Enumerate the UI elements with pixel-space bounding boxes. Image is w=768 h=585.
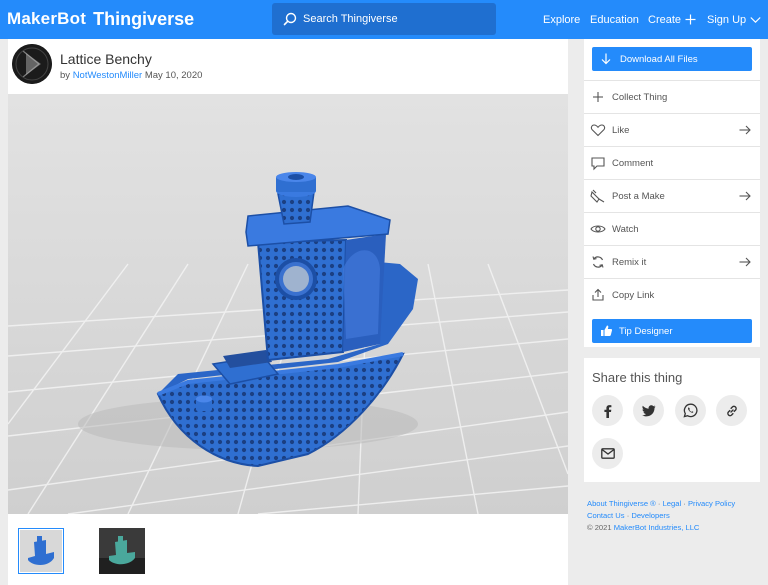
facebook-icon <box>603 404 611 418</box>
thumbnail-1[interactable] <box>18 528 64 574</box>
nav-create-label: Create <box>648 13 682 26</box>
thumbnail-strip <box>8 517 568 585</box>
footer-legal-link[interactable]: Legal <box>663 499 682 508</box>
comment-icon <box>591 157 605 171</box>
nav-create[interactable]: Create <box>648 0 696 39</box>
download-arrow-icon <box>601 53 611 65</box>
thing-byline: by NotWestonMiller May 10, 2020 <box>60 70 202 81</box>
site-logo[interactable]: MakerBot Thingiverse <box>7 7 194 31</box>
share-link-button[interactable] <box>716 395 747 426</box>
share-link-icon <box>592 288 604 301</box>
download-all-files-label: Download All Files <box>620 54 698 65</box>
watch-label: Watch <box>612 224 639 235</box>
footer-about-link[interactable]: About Thingiverse ® <box>587 499 656 508</box>
watch-action[interactable]: Watch <box>584 212 760 245</box>
arrow-right-icon <box>739 191 751 201</box>
main-model-image[interactable] <box>8 94 568 514</box>
thumbs-up-icon <box>601 325 613 336</box>
nav-signup-label: Sign Up <box>707 13 747 26</box>
tip-designer-label: Tip Designer <box>619 326 673 337</box>
arrow-right-icon <box>739 125 751 135</box>
collect-thing-label: Collect Thing <box>612 92 668 103</box>
byline-prefix: by <box>60 70 71 81</box>
collect-thing-action[interactable]: Collect Thing <box>584 80 760 113</box>
action-sidebar: Download All Files Collect Thing Like Co… <box>584 39 760 347</box>
nav-explore[interactable]: Explore <box>543 0 580 39</box>
footer-developers-link[interactable]: Developers <box>631 511 669 520</box>
share-title: Share this thing <box>592 370 683 385</box>
site-footer: About Thingiverse ® · Legal · Privacy Po… <box>587 498 763 534</box>
arrow-right-icon <box>739 257 751 267</box>
share-twitter-button[interactable] <box>633 395 664 426</box>
model-render <box>8 94 568 514</box>
plus-icon <box>593 92 603 102</box>
author-link[interactable]: NotWestonMiller <box>73 70 143 81</box>
comment-action[interactable]: Comment <box>584 146 760 179</box>
nav-signup[interactable]: Sign Up <box>707 0 761 39</box>
post-a-make-label: Post a Make <box>612 191 665 202</box>
share-facebook-button[interactable] <box>592 395 623 426</box>
footer-separator: · <box>683 499 686 508</box>
search-box[interactable] <box>272 3 496 35</box>
remix-icon <box>592 256 604 268</box>
nav-education-label: Education <box>590 13 639 26</box>
thumbnail-1-image <box>20 530 62 572</box>
share-panel: Share this thing <box>584 358 760 482</box>
search-icon <box>283 12 297 26</box>
link-icon <box>726 405 737 416</box>
footer-contact-link[interactable]: Contact Us <box>587 511 625 520</box>
avatar[interactable] <box>12 44 52 84</box>
avatar-image <box>12 44 52 84</box>
heart-icon <box>590 124 606 137</box>
footer-copyright: © 2021 <box>587 523 612 532</box>
post-a-make-action[interactable]: Post a Make <box>584 179 760 212</box>
like-label: Like <box>612 125 630 136</box>
nav-education[interactable]: Education <box>590 0 639 39</box>
publish-date: May 10, 2020 <box>144 70 203 81</box>
chevron-down-icon <box>750 16 761 23</box>
post-make-icon <box>590 189 605 203</box>
eye-icon <box>590 225 606 233</box>
thingiverse-logo-text: Thingiverse <box>93 8 195 29</box>
email-icon <box>600 448 615 459</box>
nav-explore-label: Explore <box>543 13 581 26</box>
footer-separator: · <box>657 499 661 508</box>
footer-company-link[interactable]: MakerBot Industries, LLC <box>614 523 700 532</box>
copy-link-label: Copy Link <box>612 290 655 301</box>
twitter-icon <box>641 404 655 416</box>
thing-main-panel: Lattice Benchy by NotWestonMiller May 10… <box>8 39 568 585</box>
share-email-button[interactable] <box>592 438 623 469</box>
like-action[interactable]: Like <box>584 113 760 146</box>
footer-separator: · <box>626 511 630 520</box>
whatsapp-icon <box>683 403 698 418</box>
search-input[interactable] <box>303 11 488 27</box>
thumbnail-2[interactable] <box>99 528 145 574</box>
remix-it-action[interactable]: Remix it <box>584 245 760 278</box>
page-title: Lattice Benchy <box>60 51 152 67</box>
footer-privacy-link[interactable]: Privacy Policy <box>688 499 735 508</box>
plus-icon <box>685 14 696 25</box>
comment-label: Comment <box>612 158 654 169</box>
thumbnail-2-image <box>99 528 145 574</box>
share-whatsapp-button[interactable] <box>675 395 706 426</box>
top-navigation-bar: MakerBot Thingiverse Explore Education C… <box>0 0 768 39</box>
thing-header: Lattice Benchy by NotWestonMiller May 10… <box>8 39 568 92</box>
makerbot-logo-text: MakerBot <box>7 9 87 28</box>
download-all-files-button[interactable]: Download All Files <box>592 47 752 71</box>
copy-link-action[interactable]: Copy Link <box>584 278 760 311</box>
remix-it-label: Remix it <box>612 257 647 268</box>
tip-designer-button[interactable]: Tip Designer <box>592 319 752 343</box>
